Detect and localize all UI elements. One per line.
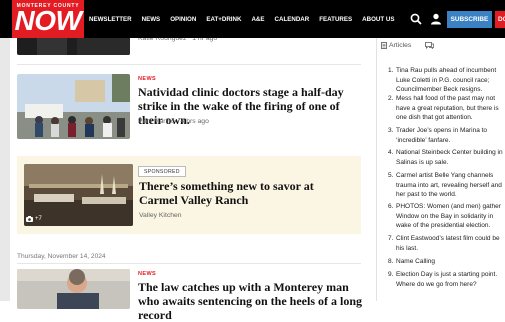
top-nav-bar: MONTEREY COUNTY NOW NEWSLETTER NEWS OPIN… [0, 0, 505, 38]
trending-item-text: Clint Eastwood’s latest film could be hi… [396, 235, 500, 252]
user-icon[interactable] [430, 13, 442, 25]
tab-comments[interactable] [425, 41, 436, 49]
nav-item-opinion[interactable]: OPINION [170, 16, 196, 23]
carmel-valley-ranch-headline[interactable]: There’s something new to savor at Carmel… [139, 179, 354, 207]
trending-item[interactable]: 5. Carmel artist Belle Yang channels trau… [388, 171, 505, 202]
monterey-man-headline[interactable]: The law catches up with a Monterey man w… [138, 280, 363, 322]
trending-item[interactable]: 7. Clint Eastwood’s latest film could be … [388, 234, 505, 257]
search-icon[interactable] [410, 13, 422, 25]
trending-item-text: Mess hall food of the past may not have … [396, 95, 499, 121]
section-label[interactable]: NEWS [138, 271, 156, 277]
nav-item-calendar[interactable]: CALENDAR [275, 16, 310, 23]
trending-item-text: Election Day is just a starting point. W… [396, 271, 498, 288]
feed-divider [17, 263, 361, 264]
sidebar-tabs: Articles [381, 38, 450, 52]
camera-icon [26, 216, 33, 222]
nav-item-arts-entertainment[interactable]: A&E [251, 16, 264, 23]
donate-button[interactable]: DO [495, 11, 505, 28]
sidebar-border [376, 38, 377, 301]
photo-gallery-badge[interactable]: +7 [26, 216, 42, 222]
feed-divider [17, 64, 361, 65]
byline-author[interactable]: Pam Marino [138, 118, 175, 125]
byline-time: 4 hrs ago [180, 118, 209, 125]
monterey-man-thumbnail[interactable] [17, 269, 130, 309]
trending-item[interactable]: 2. Mess hall food of the past may not hav… [388, 94, 505, 126]
trending-item-text: PHOTOS: Women (and men) gather Window on… [396, 203, 501, 229]
nav-item-eat-drink[interactable]: EAT+DRINK [206, 16, 241, 23]
sponsored-advertiser[interactable]: Valley Kitchen [139, 212, 182, 219]
trending-item[interactable]: 6. PHOTOS: Women (and men) gather Window … [388, 202, 505, 234]
section-label[interactable]: NEWS [138, 76, 156, 82]
nav-item-newsletter[interactable]: NEWSLETTER [89, 16, 132, 23]
trending-item[interactable]: 3. Trader Joe’s opens in Marina to ‘incre… [388, 126, 505, 148]
trending-item[interactable]: 8. Name Calling [388, 257, 505, 270]
trending-item-text: Tina Rau pulls ahead of incumbent Luke C… [396, 67, 497, 93]
nav-item-about-us[interactable]: ABOUT US [362, 16, 394, 23]
trending-item[interactable]: 1. Tina Rau pulls ahead of incumbent Luke… [388, 66, 505, 94]
date-divider: Thursday, November 14, 2024 [17, 253, 106, 260]
nav-item-features[interactable]: FEATURES [319, 16, 352, 23]
natividad-strike-thumbnail[interactable] [17, 74, 130, 139]
story1-byline: Pam Marino 4 hrs ago [138, 118, 209, 125]
main-nav: NEWSLETTER NEWS OPINION EAT+DRINK A&E CA… [89, 0, 404, 38]
subscribe-button[interactable]: SUBSCRIBE [447, 11, 492, 28]
comments-icon [425, 41, 435, 49]
nav-item-news[interactable]: NEWS [142, 16, 161, 23]
site-logo[interactable]: MONTEREY COUNTY NOW [12, 0, 84, 38]
left-gutter [0, 38, 10, 301]
logo-main-text: NOW [14, 5, 82, 36]
trending-item-text: Trader Joe’s opens in Marina to ‘incredi… [396, 127, 488, 144]
trending-item[interactable]: 9. Election Day is just a starting point.… [388, 270, 505, 289]
trending-item[interactable]: 4. National Steinbeck Center building in … [388, 148, 505, 171]
trending-item-text: Carmel artist Belle Yang channels trauma… [396, 172, 502, 198]
tab-articles-label: Articles [389, 41, 412, 49]
document-icon [381, 41, 387, 49]
sponsored-badge: SPONSORED [138, 166, 186, 177]
trending-item-text: Name Calling [396, 258, 436, 265]
trending-list: 1. Tina Rau pulls ahead of incumbent Luke… [388, 66, 505, 289]
tab-articles[interactable]: Articles [381, 42, 411, 49]
gallery-count: +7 [35, 216, 42, 222]
trending-item-text: National Steinbeck Center building in Sa… [396, 149, 503, 166]
